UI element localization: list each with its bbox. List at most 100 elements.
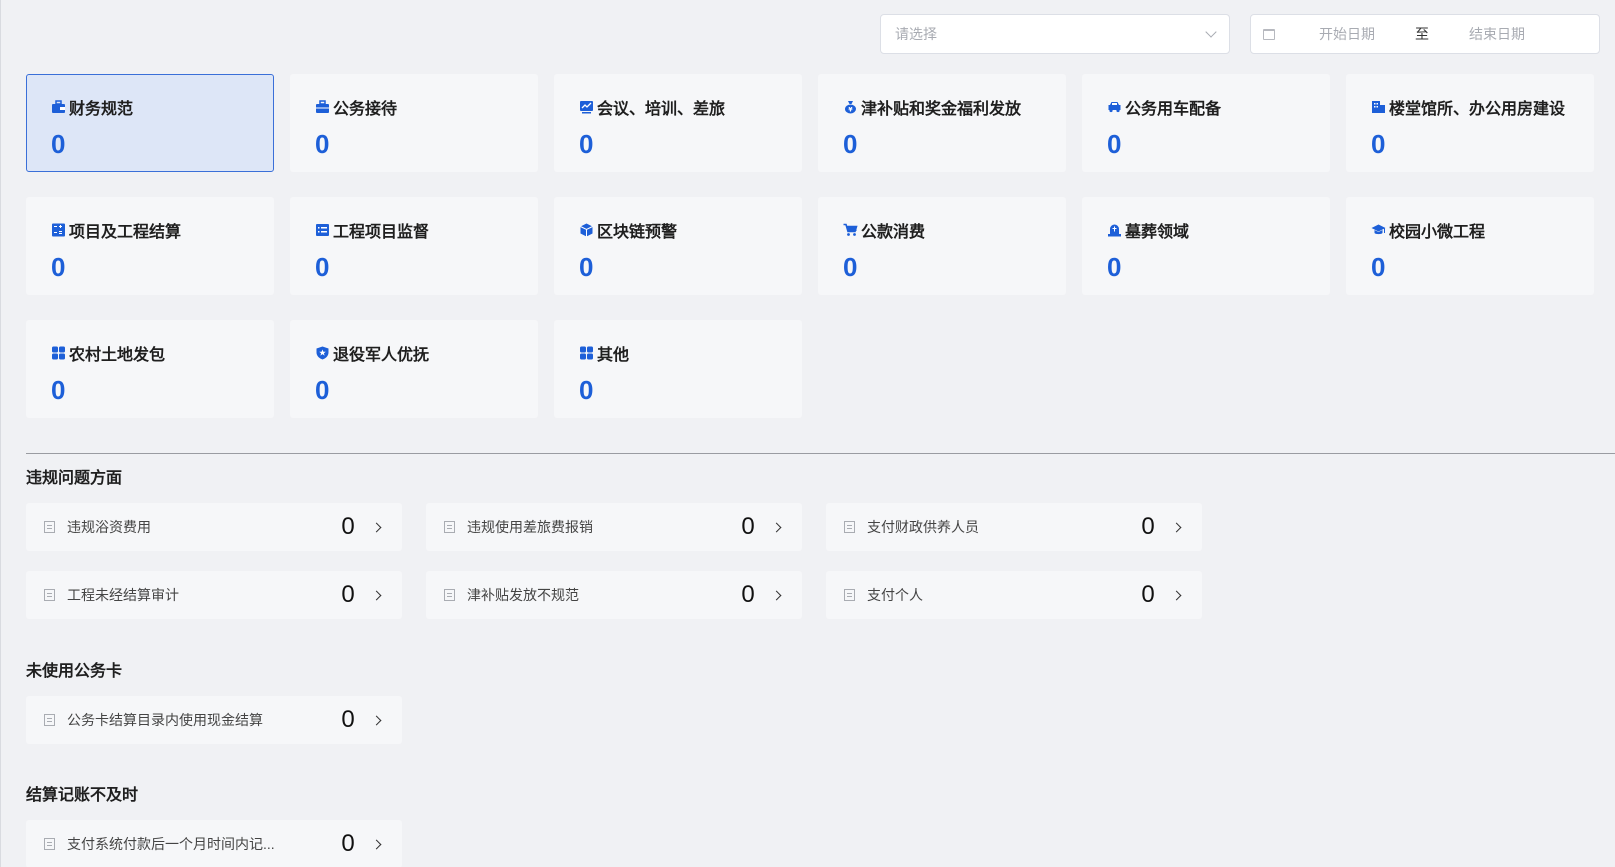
card-label: 墓葬领域 <box>1125 224 1190 241</box>
card-count: 0 <box>1107 252 1122 282</box>
range-separator: 至 <box>1415 26 1429 42</box>
category-card[interactable]: 区块链预警 0 <box>554 197 802 295</box>
item-count: 0 <box>341 513 355 540</box>
toolbox-icon <box>315 100 330 114</box>
card-label: 其他 <box>597 347 630 364</box>
category-card[interactable]: 会议、培训、差旅 0 <box>554 74 802 172</box>
document-icon <box>444 589 455 601</box>
card-count: 0 <box>1371 129 1386 159</box>
section-title: 未使用公务卡 <box>26 663 123 680</box>
list-item[interactable]: 违规使用差旅费报销 0 <box>426 503 802 551</box>
card-count: 0 <box>51 375 66 405</box>
calendar-icon <box>1263 28 1275 40</box>
category-card[interactable]: 退役军人优抚 0 <box>290 320 538 418</box>
item-count: 0 <box>741 581 755 608</box>
end-date-input[interactable]: 结束日期 <box>1437 24 1557 44</box>
section-title: 违规问题方面 <box>26 470 123 487</box>
list-item[interactable]: 支付系统付款后一个月时间内记... 0 <box>26 820 402 867</box>
cube-icon <box>579 223 594 237</box>
list-item[interactable]: 支付个人 0 <box>826 571 1202 619</box>
item-count: 0 <box>1141 581 1155 608</box>
chevron-right-icon <box>371 590 382 600</box>
card-label: 区块链预警 <box>597 224 678 241</box>
section-title: 结算记账不及时 <box>26 787 139 804</box>
category-card[interactable]: 项目及工程结算 0 <box>26 197 274 295</box>
category-card[interactable]: 墓葬领域 0 <box>1082 197 1330 295</box>
category-card[interactable]: 公款消费 0 <box>818 197 1066 295</box>
section-divider <box>26 453 1615 454</box>
chevron-right-icon <box>1171 590 1182 600</box>
chevron-right-icon <box>371 715 382 725</box>
category-cards: 财务规范 0 公务接待 0 会议、培训、差旅 0 ¥ 津补贴和奖金福利发放 0 … <box>26 74 1594 418</box>
shield-icon <box>315 346 330 360</box>
list-item[interactable]: 公务卡结算目录内使用现金结算 0 <box>26 696 402 744</box>
chevron-right-icon <box>371 522 382 532</box>
item-row: 公务卡结算目录内使用现金结算 0 <box>26 696 402 744</box>
category-card[interactable]: 公务用车配备 0 <box>1082 74 1330 172</box>
tombstone-icon <box>1107 223 1122 237</box>
category-card[interactable]: 公务接待 0 <box>290 74 538 172</box>
card-label: 工程项目监督 <box>333 224 430 241</box>
list-item[interactable]: 工程未经结算审计 0 <box>26 571 402 619</box>
item-row: 工程未经结算审计 0 津补贴发放不规范 0 支付个人 0 <box>26 571 1202 619</box>
item-label: 违规浴资费用 <box>67 519 151 535</box>
document-icon <box>44 714 55 726</box>
list-item[interactable]: 支付财政供养人员 0 <box>826 503 1202 551</box>
chevron-right-icon <box>371 839 382 849</box>
chevron-right-icon <box>771 522 782 532</box>
card-count: 0 <box>51 252 66 282</box>
card-count: 0 <box>315 129 330 159</box>
item-label: 违规使用差旅费报销 <box>467 519 593 535</box>
category-card[interactable]: 其他 0 <box>554 320 802 418</box>
card-label: 退役军人优抚 <box>333 347 430 364</box>
list-icon <box>315 223 330 237</box>
category-card[interactable]: ¥ 津补贴和奖金福利发放 0 <box>818 74 1066 172</box>
apps-icon <box>579 346 594 360</box>
card-label: 项目及工程结算 <box>69 224 182 241</box>
card-count: 0 <box>51 129 66 159</box>
chart-board-icon <box>579 100 594 114</box>
grid-icon <box>51 346 66 360</box>
date-range-picker[interactable]: 开始日期 至 结束日期 <box>1250 14 1600 54</box>
category-select[interactable]: 请选择 <box>880 14 1230 54</box>
item-label: 支付系统付款后一个月时间内记... <box>67 836 275 852</box>
item-label: 支付个人 <box>867 587 923 603</box>
list-item[interactable]: 违规浴资费用 0 <box>26 503 402 551</box>
item-row: 违规浴资费用 0 违规使用差旅费报销 0 支付财政供养人员 0 <box>26 503 1202 551</box>
list-item[interactable]: 津补贴发放不规范 0 <box>426 571 802 619</box>
document-icon <box>444 521 455 533</box>
item-count: 0 <box>341 581 355 608</box>
card-count: 0 <box>579 375 594 405</box>
item-label: 公务卡结算目录内使用现金结算 <box>67 712 263 728</box>
category-card[interactable]: 校园小微工程 0 <box>1346 197 1594 295</box>
card-label: 津补贴和奖金福利发放 <box>861 101 1022 118</box>
briefcase-icon <box>51 100 66 114</box>
cart-icon <box>843 223 858 237</box>
chevron-down-icon <box>1205 26 1217 38</box>
card-count: 0 <box>579 129 594 159</box>
card-count: 0 <box>843 252 858 282</box>
document-icon <box>44 589 55 601</box>
item-label: 支付财政供养人员 <box>867 519 979 535</box>
category-card[interactable]: 工程项目监督 0 <box>290 197 538 295</box>
item-count: 0 <box>741 513 755 540</box>
start-date-input[interactable]: 开始日期 <box>1287 24 1407 44</box>
card-count: 0 <box>1107 129 1122 159</box>
graduation-cap-icon <box>1371 223 1386 237</box>
chevron-right-icon <box>771 590 782 600</box>
item-count: 0 <box>341 706 355 733</box>
card-label: 公款消费 <box>861 224 926 241</box>
card-count: 0 <box>579 252 594 282</box>
category-card[interactable]: 楼堂馆所、办公用房建设 0 <box>1346 74 1594 172</box>
item-count: 0 <box>1141 513 1155 540</box>
document-icon <box>44 521 55 533</box>
money-bag-icon: ¥ <box>843 100 858 114</box>
category-card[interactable]: 农村土地发包 0 <box>26 320 274 418</box>
card-label: 楼堂馆所、办公用房建设 <box>1389 101 1566 118</box>
car-icon <box>1107 100 1122 114</box>
item-row: 支付系统付款后一个月时间内记... 0 <box>26 820 402 867</box>
item-label: 津补贴发放不规范 <box>467 587 579 603</box>
card-label: 农村土地发包 <box>69 347 166 364</box>
chevron-right-icon <box>1171 522 1182 532</box>
category-card[interactable]: 财务规范 0 <box>26 74 274 172</box>
